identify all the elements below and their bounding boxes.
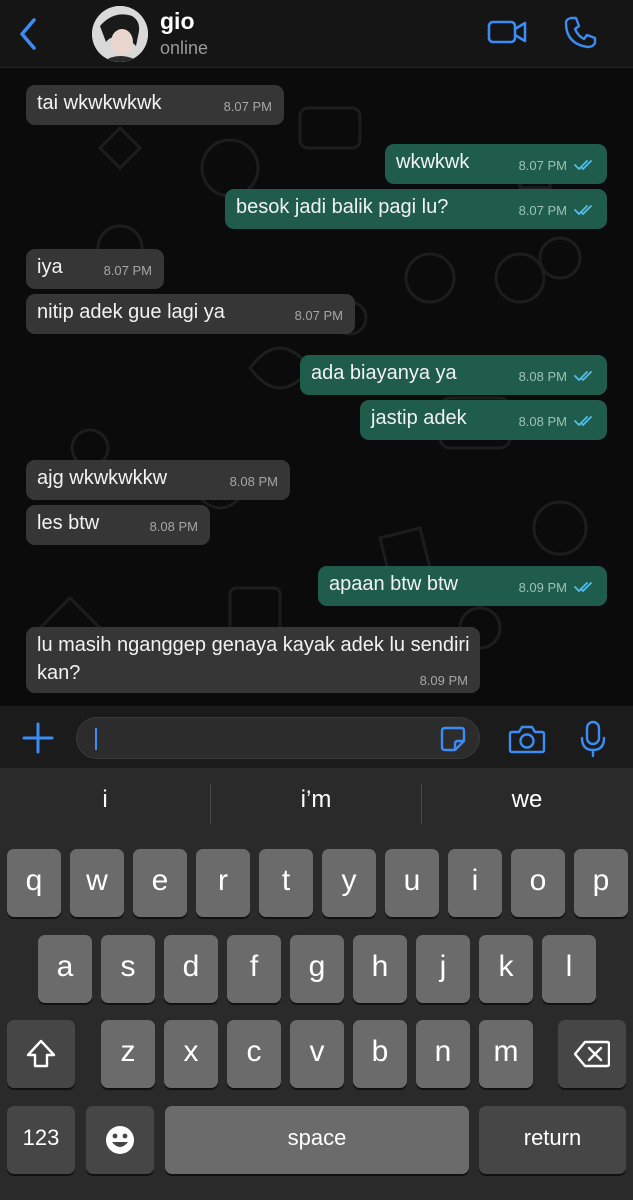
message-text: ada biayanya ya bbox=[311, 362, 457, 384]
key-w[interactable]: w bbox=[70, 849, 124, 917]
key-v[interactable]: v bbox=[290, 1020, 344, 1088]
message-text: les btw bbox=[37, 512, 100, 534]
return-key[interactable]: return bbox=[479, 1106, 626, 1174]
key-x[interactable]: x bbox=[164, 1020, 218, 1088]
message-time: 8.08 PM bbox=[518, 369, 567, 384]
incoming-message[interactable]: iya 8.07 PM bbox=[26, 249, 164, 289]
incoming-message[interactable]: lu masih nganggep genaya kayak adek lu s… bbox=[26, 627, 480, 693]
message-text: lu masih nganggep genaya kayak adek lu s… bbox=[37, 634, 470, 684]
contact-name[interactable]: gio bbox=[160, 8, 195, 35]
message-text: ajg wkwkwkkw bbox=[37, 467, 168, 489]
voice-message-button[interactable] bbox=[580, 720, 606, 758]
key-y[interactable]: y bbox=[322, 849, 376, 917]
outgoing-message[interactable]: wkwkwk 8.07 PM bbox=[385, 144, 607, 184]
outgoing-message[interactable]: besok jadi balik pagi lu? 8.07 PM bbox=[225, 189, 607, 229]
incoming-message[interactable]: ajg wkwkwkkw 8.08 PM bbox=[26, 460, 290, 500]
key-b[interactable]: b bbox=[353, 1020, 407, 1088]
back-button[interactable] bbox=[14, 14, 44, 54]
avatar[interactable] bbox=[92, 6, 148, 62]
key-m[interactable]: m bbox=[479, 1020, 533, 1088]
chat-area[interactable]: tai wkwkwkwk 8.07 PM wkwkwk 8.07 PM besok ja… bbox=[0, 68, 633, 706]
incoming-message[interactable]: tai wkwkwkwk 8.07 PM bbox=[26, 85, 284, 125]
message-text: besok jadi balik pagi lu? bbox=[236, 196, 449, 218]
message-input[interactable] bbox=[76, 717, 480, 759]
outgoing-message[interactable]: apaan btw btw 8.09 PM bbox=[318, 566, 607, 606]
key-u[interactable]: u bbox=[385, 849, 439, 917]
key-f[interactable]: f bbox=[227, 935, 281, 1003]
read-receipt-icon bbox=[574, 371, 592, 382]
incoming-message[interactable]: nitip adek gue lagi ya 8.07 PM bbox=[26, 294, 355, 334]
outgoing-message[interactable]: jastip adek 8.08 PM bbox=[360, 400, 607, 440]
message-text: wkwkwk bbox=[396, 151, 470, 173]
key-j[interactable]: j bbox=[416, 935, 470, 1003]
key-z[interactable]: z bbox=[101, 1020, 155, 1088]
message-time: 8.07 PM bbox=[518, 203, 567, 218]
phone-icon bbox=[564, 16, 597, 49]
message-time: 8.08 PM bbox=[149, 519, 198, 534]
message-time: 8.07 PM bbox=[223, 99, 272, 114]
voice-call-button[interactable] bbox=[562, 14, 598, 50]
key-a[interactable]: a bbox=[38, 935, 92, 1003]
read-receipt-icon bbox=[574, 582, 592, 593]
message-text: jastip adek bbox=[371, 407, 467, 429]
sticker-icon bbox=[440, 726, 466, 752]
read-receipt-icon bbox=[574, 160, 592, 171]
sticker-button[interactable] bbox=[439, 725, 467, 753]
key-d[interactable]: d bbox=[164, 935, 218, 1003]
suggestion-1[interactable]: i bbox=[0, 786, 210, 814]
attach-button[interactable] bbox=[20, 720, 56, 756]
key-k[interactable]: k bbox=[479, 935, 533, 1003]
key-l[interactable]: l bbox=[542, 935, 596, 1003]
video-call-button[interactable] bbox=[486, 16, 528, 48]
key-g[interactable]: g bbox=[290, 935, 344, 1003]
key-c[interactable]: c bbox=[227, 1020, 281, 1088]
emoji-key[interactable] bbox=[86, 1106, 154, 1174]
delete-key[interactable] bbox=[558, 1020, 626, 1088]
read-receipt-icon bbox=[574, 205, 592, 216]
shift-key[interactable] bbox=[7, 1020, 75, 1088]
key-t[interactable]: t bbox=[259, 849, 313, 917]
space-key[interactable]: space bbox=[165, 1106, 469, 1174]
message-time: 8.07 PM bbox=[294, 308, 343, 323]
key-p[interactable]: p bbox=[574, 849, 628, 917]
message-time: 8.07 PM bbox=[518, 158, 567, 173]
camera-button[interactable] bbox=[508, 724, 546, 754]
message-time: 8.07 PM bbox=[103, 263, 152, 278]
numbers-key[interactable]: 123 bbox=[7, 1106, 75, 1174]
video-camera-icon bbox=[487, 20, 527, 44]
backspace-icon bbox=[573, 1040, 611, 1068]
message-time: 8.09 PM bbox=[419, 673, 468, 688]
text-caret bbox=[95, 728, 97, 750]
shift-icon bbox=[26, 1039, 56, 1068]
message-time: 8.08 PM bbox=[229, 474, 278, 489]
plus-icon bbox=[22, 722, 54, 754]
emoji-icon bbox=[106, 1126, 134, 1154]
message-text: nitip adek gue lagi ya bbox=[37, 301, 225, 323]
on-screen-keyboard: i i’m we qwertyuiopasdfghjklzxcvbnm 123 … bbox=[0, 768, 633, 1200]
message-text: tai wkwkwkwk bbox=[37, 92, 162, 114]
key-o[interactable]: o bbox=[511, 849, 565, 917]
message-input-bar bbox=[0, 706, 633, 768]
key-s[interactable]: s bbox=[101, 935, 155, 1003]
contact-status: online bbox=[160, 38, 209, 58]
key-e[interactable]: e bbox=[133, 849, 187, 917]
suggestion-2[interactable]: i’m bbox=[211, 786, 421, 814]
key-i[interactable]: i bbox=[448, 849, 502, 917]
key-q[interactable]: q bbox=[7, 849, 61, 917]
outgoing-message[interactable]: ada biayanya ya 8.08 PM bbox=[300, 355, 607, 395]
message-time: 8.09 PM bbox=[518, 580, 567, 595]
camera-icon bbox=[508, 725, 546, 754]
incoming-message[interactable]: les btw 8.08 PM bbox=[26, 505, 210, 545]
key-h[interactable]: h bbox=[353, 935, 407, 1003]
message-time: 8.08 PM bbox=[518, 414, 567, 429]
message-text: iya bbox=[37, 256, 63, 278]
key-n[interactable]: n bbox=[416, 1020, 470, 1088]
chat-header: gio online bbox=[0, 0, 633, 68]
message-text: apaan btw btw bbox=[329, 573, 458, 595]
chevron-left-icon bbox=[20, 18, 36, 50]
read-receipt-icon bbox=[574, 416, 592, 427]
suggestion-3[interactable]: we bbox=[422, 786, 632, 814]
key-r[interactable]: r bbox=[196, 849, 250, 917]
microphone-icon bbox=[580, 720, 606, 758]
